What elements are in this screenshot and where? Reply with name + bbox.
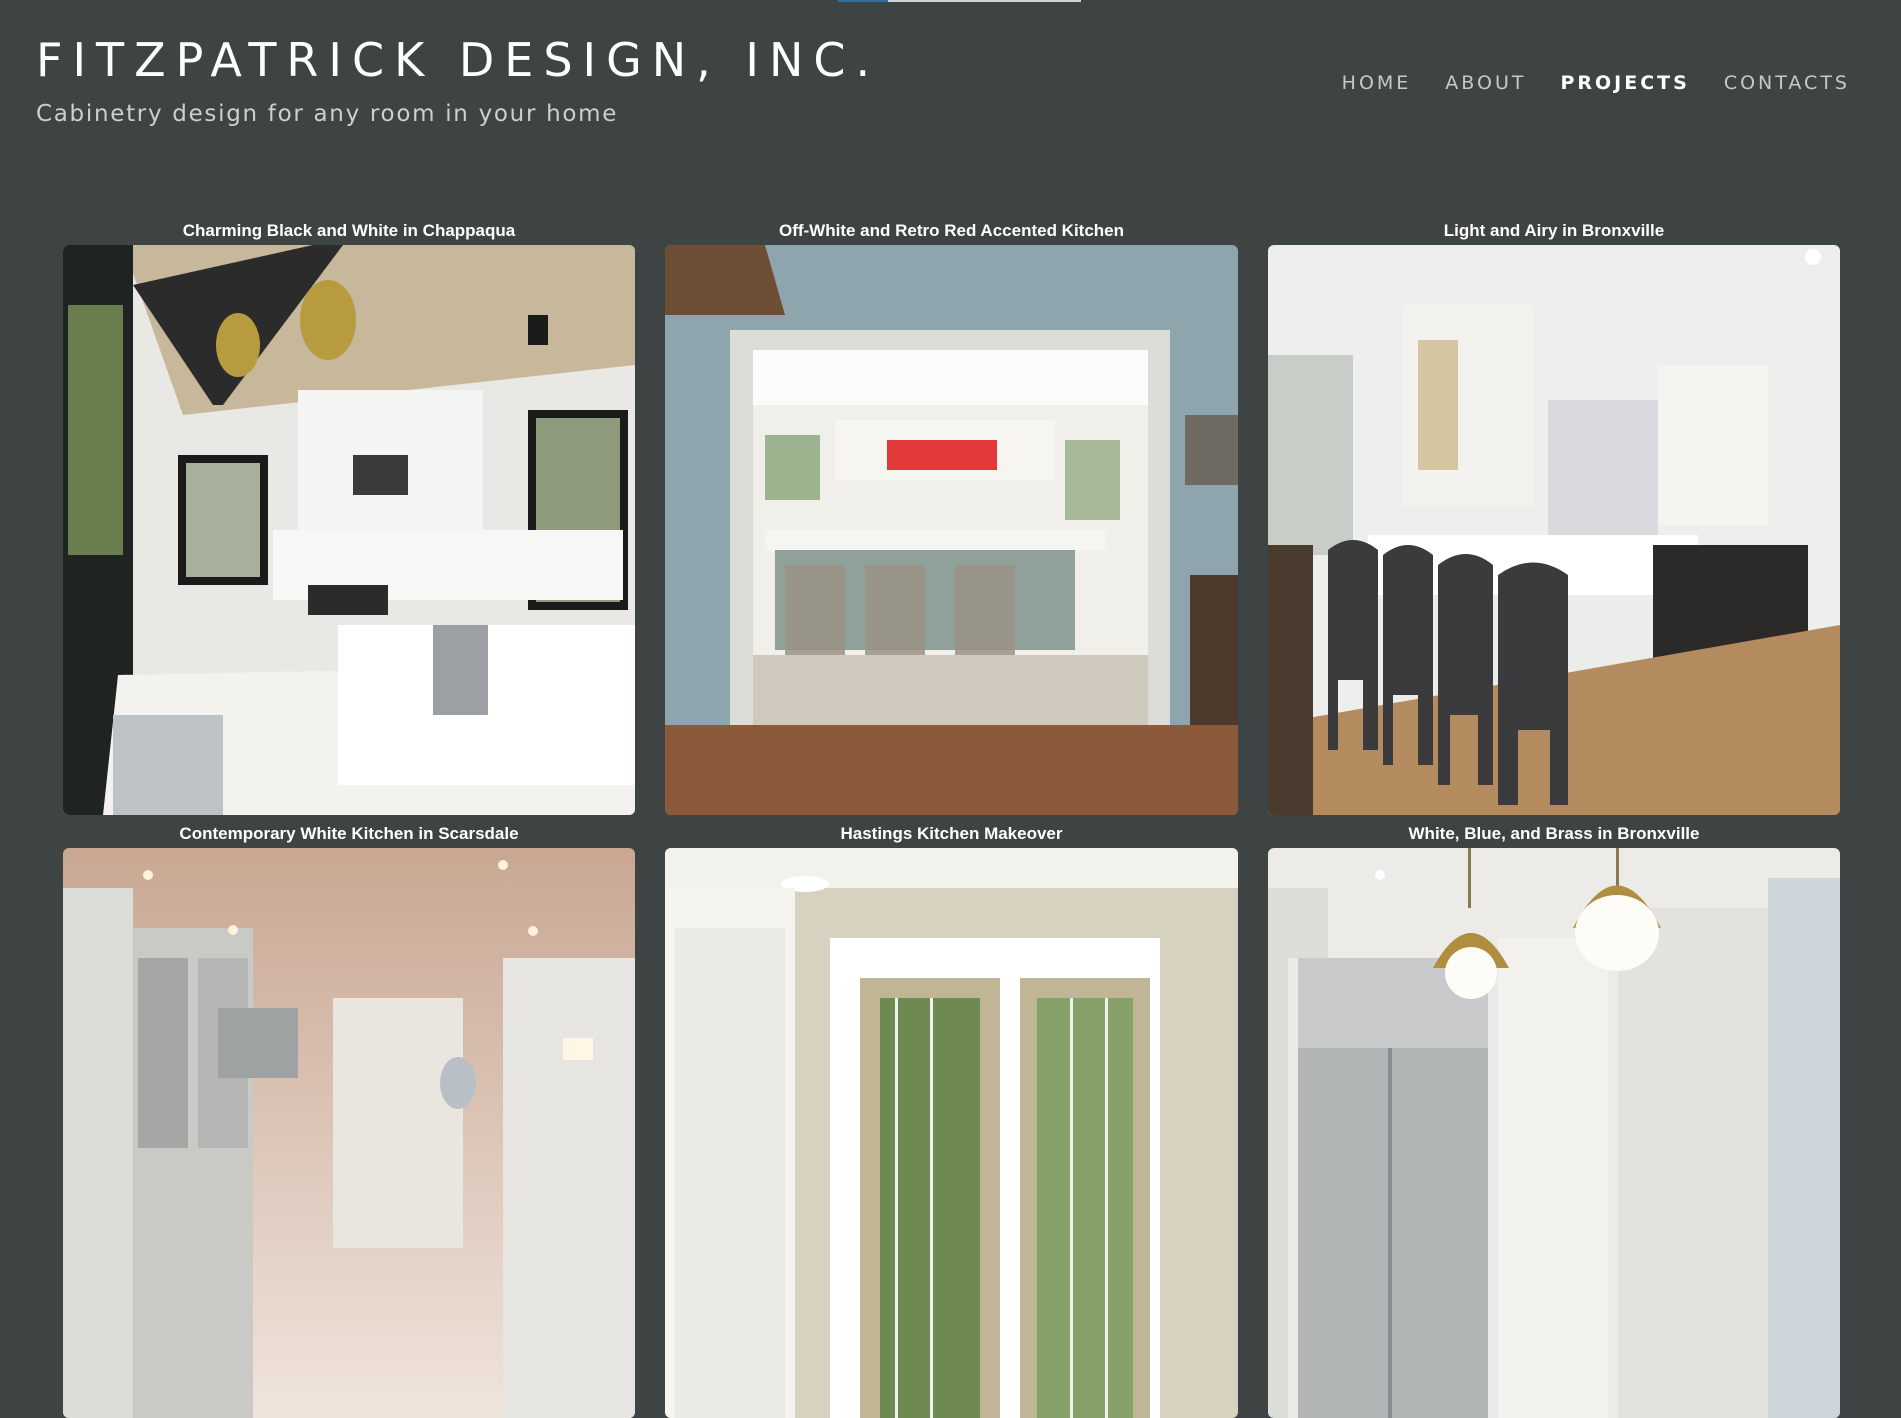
project-title[interactable]: Charming Black and White in Chappaqua bbox=[183, 220, 515, 245]
site-header: FITZPATRICK DESIGN, INC. Cabinetry desig… bbox=[0, 0, 1901, 200]
project-photo[interactable] bbox=[665, 245, 1238, 815]
project-title[interactable]: Contemporary White Kitchen in Scarsdale bbox=[179, 823, 518, 848]
project-card-chappaqua[interactable]: Charming Black and White in Chappaqua bbox=[63, 220, 635, 815]
project-title[interactable]: Hastings Kitchen Makeover bbox=[840, 823, 1062, 848]
project-title[interactable]: Light and Airy in Bronxville bbox=[1444, 220, 1664, 245]
nav-home[interactable]: HOME bbox=[1342, 72, 1412, 94]
nav-projects[interactable]: PROJECTS bbox=[1560, 72, 1689, 94]
project-photo[interactable] bbox=[63, 245, 635, 815]
project-card-retro-red[interactable]: Off-White and Retro Red Accented Kitchen bbox=[665, 220, 1238, 815]
site-tagline: Cabinetry design for any room in your ho… bbox=[36, 101, 619, 127]
project-card-scarsdale[interactable]: Contemporary White Kitchen in Scarsdale bbox=[63, 823, 635, 1418]
projects-grid: Charming Black and White in Chappaqua Of… bbox=[63, 220, 1840, 1418]
project-card-hastings[interactable]: Hastings Kitchen Makeover bbox=[665, 823, 1238, 1418]
main-nav: HOME ABOUT PROJECTS CONTACTS bbox=[1342, 72, 1850, 94]
project-photo[interactable] bbox=[63, 848, 635, 1418]
project-title[interactable]: White, Blue, and Brass in Bronxville bbox=[1409, 823, 1700, 848]
project-photo[interactable] bbox=[665, 848, 1238, 1418]
project-card-blue-brass[interactable]: White, Blue, and Brass in Bronxville bbox=[1268, 823, 1840, 1418]
site-title[interactable]: FITZPATRICK DESIGN, INC. bbox=[36, 33, 880, 87]
nav-about[interactable]: ABOUT bbox=[1445, 72, 1526, 94]
brand: FITZPATRICK DESIGN, INC. Cabinetry desig… bbox=[36, 33, 880, 127]
project-title[interactable]: Off-White and Retro Red Accented Kitchen bbox=[779, 220, 1124, 245]
project-card-light-airy[interactable]: Light and Airy in Bronxville bbox=[1268, 220, 1840, 815]
nav-contacts[interactable]: CONTACTS bbox=[1724, 72, 1850, 94]
project-photo[interactable] bbox=[1268, 245, 1840, 815]
project-photo[interactable] bbox=[1268, 848, 1840, 1418]
